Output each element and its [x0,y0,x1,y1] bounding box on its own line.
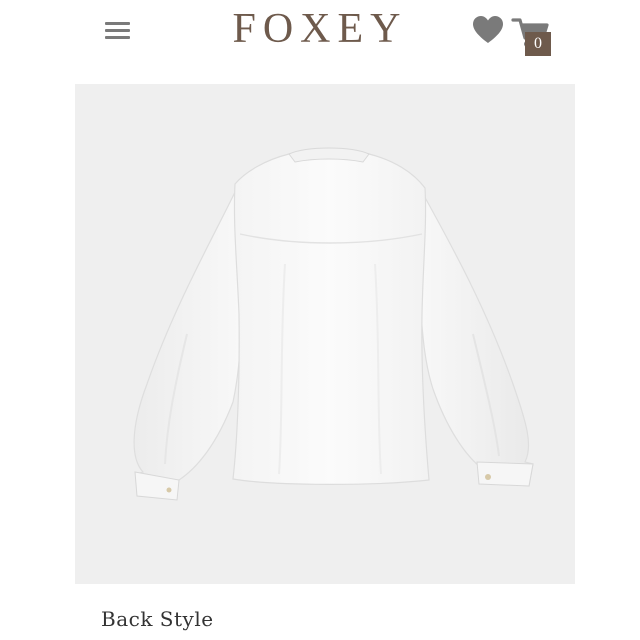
heart-icon [473,16,503,43]
cart-button[interactable]: 0 [511,14,555,58]
cart-count-badge: 0 [525,32,551,56]
menu-button[interactable] [100,18,134,42]
site-header: FOXEY 0 [0,0,640,70]
product-page: FOXEY 0 Back Style [0,0,640,640]
brand-logo[interactable]: FOXEY [220,4,420,54]
blouse-back-illustration [133,147,534,501]
image-caption: Back Style [101,607,214,631]
wishlist-button[interactable] [471,14,505,46]
product-image[interactable] [75,84,575,584]
